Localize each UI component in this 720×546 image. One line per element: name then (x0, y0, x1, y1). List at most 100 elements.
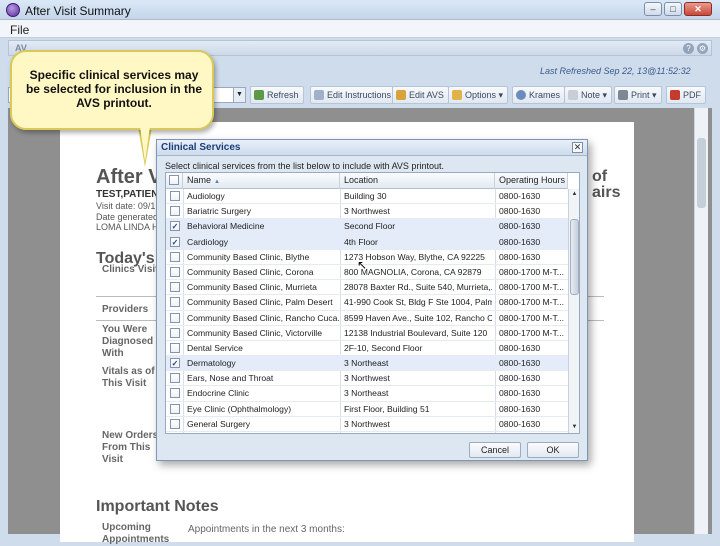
row-checkbox[interactable] (170, 342, 180, 353)
menu-file[interactable]: File (10, 23, 29, 37)
table-row[interactable]: Audiology Building 30 0800-1630 (166, 189, 568, 205)
print-button[interactable]: Print ▾ (614, 86, 662, 104)
grid-scroll-thumb[interactable] (570, 219, 579, 295)
row-checkbox[interactable] (170, 312, 180, 323)
date-generated: Date generated (96, 212, 159, 222)
service-location: Second Floor (344, 221, 396, 232)
app-icon (6, 3, 20, 17)
dialog-instruction: Select clinical services from the list b… (165, 161, 444, 171)
table-row[interactable]: Ears, Nose and Throat 3 Northwest 0800-163… (166, 371, 568, 387)
krames-icon (516, 90, 526, 100)
service-hours: 0800-1700 M-T... (499, 312, 564, 323)
pdf-button[interactable]: PDF (666, 86, 706, 104)
service-location: 3 Northeast (344, 388, 389, 399)
minimize-button[interactable]: – (644, 2, 662, 16)
row-checkbox[interactable] (170, 297, 180, 308)
row-checkbox[interactable] (170, 327, 180, 338)
pdf-label: PDF (683, 90, 701, 100)
service-hours: 0800-1700 M-T... (499, 327, 564, 338)
table-row[interactable]: Community Based Clinic, Victorville 12138… (166, 326, 568, 341)
table-row[interactable]: ✓ Behavioral Medicine Second Floor 0800-163… (166, 219, 568, 235)
window-title: After Visit Summary (25, 4, 131, 18)
service-hours: 0800-1630 (499, 388, 541, 399)
important-notes-heading: Important Notes (96, 498, 219, 515)
column-header-name[interactable]: Name ▲ (183, 173, 340, 189)
service-hours: 0800-1630 (499, 251, 541, 262)
menubar: File (0, 20, 720, 38)
column-header-hours[interactable]: Operating Hours (495, 173, 568, 189)
upcoming-appointments-label: Upcoming Appointments (102, 522, 170, 545)
krames-button[interactable]: Krames (512, 86, 566, 104)
row-checkbox[interactable] (170, 282, 180, 293)
edit-avs-button[interactable]: Edit AVS (392, 86, 449, 104)
maximize-button[interactable]: □ (664, 2, 682, 16)
row-checkbox[interactable]: ✓ (170, 221, 180, 232)
select-all-checkbox[interactable] (169, 175, 179, 185)
chevron-down-icon[interactable]: ▼ (233, 88, 245, 102)
edit-instructions-button[interactable]: Edit Instructions (310, 86, 397, 104)
service-name: Eye Clinic (Ophthalmology) (187, 403, 292, 414)
row-checkbox[interactable]: ✓ (170, 236, 180, 247)
instructions-icon (314, 90, 324, 100)
row-checkbox[interactable] (170, 206, 180, 217)
row-checkbox[interactable] (170, 266, 180, 277)
grid-scrollbar[interactable]: ▲ ▼ (568, 189, 579, 433)
service-name: General Surgery (187, 418, 251, 429)
scroll-up-icon[interactable]: ▲ (569, 189, 579, 200)
document-title-right-2: airs (592, 184, 621, 201)
table-row[interactable]: Community Based Clinic, Murrieta 28078 Ba… (166, 280, 568, 296)
table-row[interactable]: Community Based Clinic, Palm Desert 41-99… (166, 295, 568, 311)
table-row[interactable]: Bariatric Surgery 3 Northwest 0800-1630 (166, 204, 568, 220)
close-window-button[interactable]: ✕ (684, 2, 712, 16)
row-checkbox[interactable] (170, 418, 180, 429)
callout-tail-fill (140, 126, 150, 162)
table-row[interactable]: General Surgery 3 Northwest 0800-1630 (166, 417, 568, 432)
service-hours: 0800-1630 (499, 221, 541, 232)
tutorial-callout: Specific clinical services may be select… (10, 50, 214, 130)
service-hours: 0800-1700 M-T... (499, 266, 564, 277)
row-checkbox[interactable] (170, 191, 180, 201)
new-orders-label: New Orders From This Visit (102, 430, 159, 465)
services-grid: Name ▲ Location Operating Hours Audiology… (165, 172, 580, 434)
row-checkbox[interactable]: ✓ (170, 358, 180, 369)
document-scrollbar[interactable] (694, 108, 708, 534)
gear-icon[interactable]: ⚙ (697, 43, 708, 54)
service-name: Behavioral Medicine (187, 221, 265, 232)
refresh-button[interactable]: Refresh (250, 86, 304, 104)
service-location: 3 Northwest (344, 373, 390, 384)
note-button[interactable]: Note ▾ (564, 86, 613, 104)
column-header-location[interactable]: Location (340, 173, 495, 189)
row-checkbox[interactable] (170, 388, 180, 399)
cancel-button[interactable]: Cancel (469, 442, 521, 458)
grid-rows: Audiology Building 30 0800-1630 Bariatric S… (166, 189, 568, 432)
row-checkbox[interactable] (170, 403, 180, 414)
table-row[interactable]: Endocrine Clinic 3 Northeast 0800-1630 (166, 386, 568, 402)
help-icon[interactable]: ? (683, 43, 694, 54)
document-scroll-thumb[interactable] (697, 138, 706, 208)
service-name: Dental Service (187, 342, 243, 353)
ok-button[interactable]: OK (527, 442, 579, 458)
row-checkbox[interactable] (170, 373, 180, 384)
select-all-header[interactable] (166, 173, 183, 189)
table-row[interactable]: ✓ Dermatology 3 Northeast 0800-1630 (166, 356, 568, 372)
row-checkbox[interactable] (170, 251, 180, 262)
scroll-down-icon[interactable]: ▼ (569, 422, 579, 433)
visit-date: Visit date: 09/1 (96, 201, 156, 211)
close-icon[interactable]: ✕ (572, 142, 583, 153)
edit-avs-label: Edit AVS (409, 90, 444, 100)
dialog-titlebar: Clinical Services ✕ (157, 140, 587, 156)
service-location: First Floor, Building 51 (344, 403, 430, 414)
table-row[interactable]: Dental Service 2F-10, Second Floor 0800-16… (166, 341, 568, 357)
table-row[interactable]: Eye Clinic (Ophthalmology) First Floor, B… (166, 402, 568, 417)
table-row[interactable]: Community Based Clinic, Rancho Cuca... 85… (166, 311, 568, 326)
options-button[interactable]: Options ▾ (448, 86, 509, 104)
table-row[interactable]: ✓ Cardiology 4th Floor 0800-1630 (166, 234, 568, 250)
service-hours: 0800-1630 (499, 418, 541, 429)
service-location: 28078 Baxter Rd., Suite 540, Murrieta,..… (344, 282, 492, 293)
diagnosed-label: You Were Diagnosed With (102, 324, 154, 359)
service-name: Community Based Clinic, Blythe (187, 251, 310, 262)
callout-text: Specific clinical services may be select… (25, 68, 203, 110)
dialog-title: Clinical Services (161, 142, 241, 153)
service-name: Community Based Clinic, Palm Desert (187, 297, 333, 308)
service-name: Bariatric Surgery (187, 206, 251, 217)
